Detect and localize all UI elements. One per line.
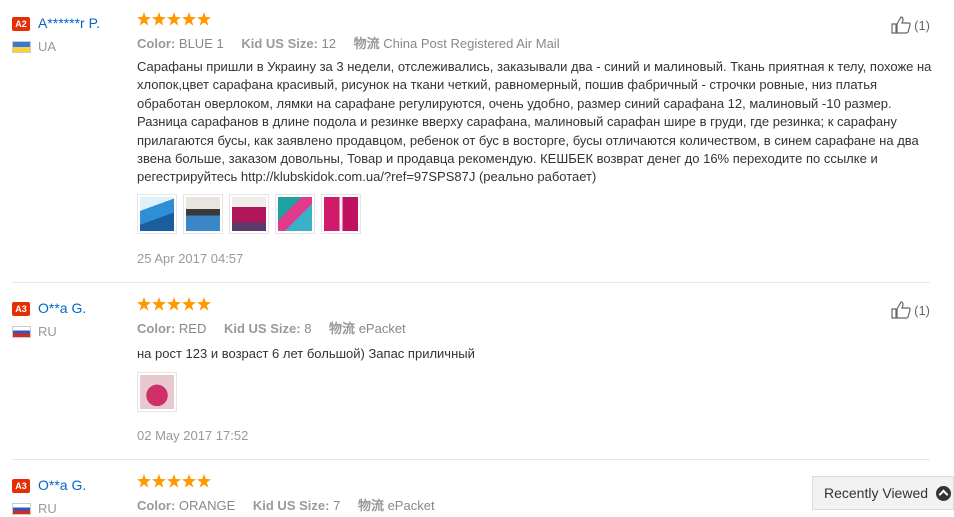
shipping-value: ePacket: [387, 498, 435, 513]
reviewer-country: RU: [38, 324, 57, 339]
review-item: A3 O**a G. RU Color: RED Kid US Size: 8 …: [0, 297, 954, 457]
russia-flag-icon: [12, 326, 31, 338]
review-photo-thumbnail[interactable]: [275, 194, 315, 234]
star-icon: [137, 12, 151, 26]
review-photo-thumbnail[interactable]: [137, 194, 177, 234]
color-label: Color:: [137, 498, 176, 513]
star-icon: [182, 474, 196, 488]
reviewer-name[interactable]: A******r P.: [38, 15, 100, 31]
star-icon: [167, 474, 181, 488]
helpful-count: (1): [914, 302, 930, 318]
reviewer-country: UA: [38, 39, 57, 54]
shipping-label: 物流: [329, 321, 356, 336]
review-photo-thumbnail[interactable]: [321, 194, 361, 234]
helpful-count: (1): [914, 17, 930, 33]
review-photo-thumbnail[interactable]: [137, 372, 177, 412]
star-rating: [137, 474, 211, 490]
reviewer-name[interactable]: O**a G.: [38, 300, 86, 316]
star-icon: [152, 297, 166, 311]
star-icon: [167, 297, 181, 311]
review-photos: [137, 194, 361, 234]
review-photo-thumbnail[interactable]: [229, 194, 269, 234]
review-item: A3 O**a G. RU Color: ORANGE Kid US Size:…: [0, 474, 954, 516]
review-photos: [137, 372, 177, 412]
review-date: 25 Apr 2017 04:57: [137, 251, 244, 266]
size-label: Kid US Size:: [252, 498, 330, 513]
star-icon: [152, 474, 166, 488]
buyer-level-badge: A2: [12, 17, 30, 31]
review-item: A2 A******r P. UA Color: BLUE 1 Kid US S…: [0, 12, 954, 282]
thumbs-up-icon: [891, 301, 911, 319]
size-label: Kid US Size:: [241, 36, 318, 51]
review-text: Сарафаны пришли в Украину за 3 недели, о…: [137, 59, 932, 185]
star-rating: [137, 297, 211, 313]
star-icon: [152, 12, 166, 26]
russia-flag-icon: [12, 503, 31, 515]
star-icon: [197, 474, 211, 488]
color-value: BLUE 1: [178, 36, 224, 51]
star-icon: [167, 12, 181, 26]
color-value: ORANGE: [178, 498, 236, 513]
size-value: 12: [321, 36, 337, 51]
chevron-up-icon: [936, 485, 952, 501]
color-label: Color:: [137, 36, 176, 51]
color-label: Color:: [137, 321, 176, 336]
order-info: Color: ORANGE Kid US Size: 7 物流 ePacket: [137, 498, 449, 514]
buyer-level-badge: A3: [12, 302, 30, 316]
recently-viewed-label: Recently Viewed: [824, 485, 929, 501]
star-rating: [137, 12, 211, 28]
ukraine-flag-icon: [12, 41, 31, 53]
review-divider: [12, 282, 930, 283]
helpful-button[interactable]: (1): [891, 301, 930, 319]
shipping-value: ePacket: [358, 321, 406, 336]
buyer-level-badge: A3: [12, 479, 30, 493]
size-value: 8: [304, 321, 312, 336]
star-icon: [197, 12, 211, 26]
reviewer-name[interactable]: O**a G.: [38, 477, 86, 493]
order-info: Color: BLUE 1 Kid US Size: 12 物流 China P…: [137, 36, 574, 52]
order-info: Color: RED Kid US Size: 8 物流 ePacket: [137, 321, 420, 337]
size-value: 7: [333, 498, 341, 513]
shipping-value: China Post Registered Air Mail: [383, 36, 560, 51]
shipping-label: 物流: [353, 36, 380, 51]
recently-viewed-button[interactable]: Recently Viewed: [812, 476, 954, 510]
thumbs-up-icon: [891, 16, 911, 34]
color-value: RED: [178, 321, 207, 336]
shipping-label: 物流: [357, 498, 384, 513]
review-date: 02 May 2017 17:52: [137, 428, 249, 443]
helpful-button[interactable]: (1): [891, 16, 930, 34]
star-icon: [182, 12, 196, 26]
reviewer-country: RU: [38, 501, 57, 516]
star-icon: [182, 297, 196, 311]
size-label: Kid US Size:: [223, 321, 301, 336]
review-photo-thumbnail[interactable]: [183, 194, 223, 234]
star-icon: [197, 297, 211, 311]
star-icon: [137, 474, 151, 488]
review-text: на рост 123 и возраст 6 лет большой) Зап…: [137, 346, 475, 361]
star-icon: [137, 297, 151, 311]
review-divider: [12, 459, 930, 460]
